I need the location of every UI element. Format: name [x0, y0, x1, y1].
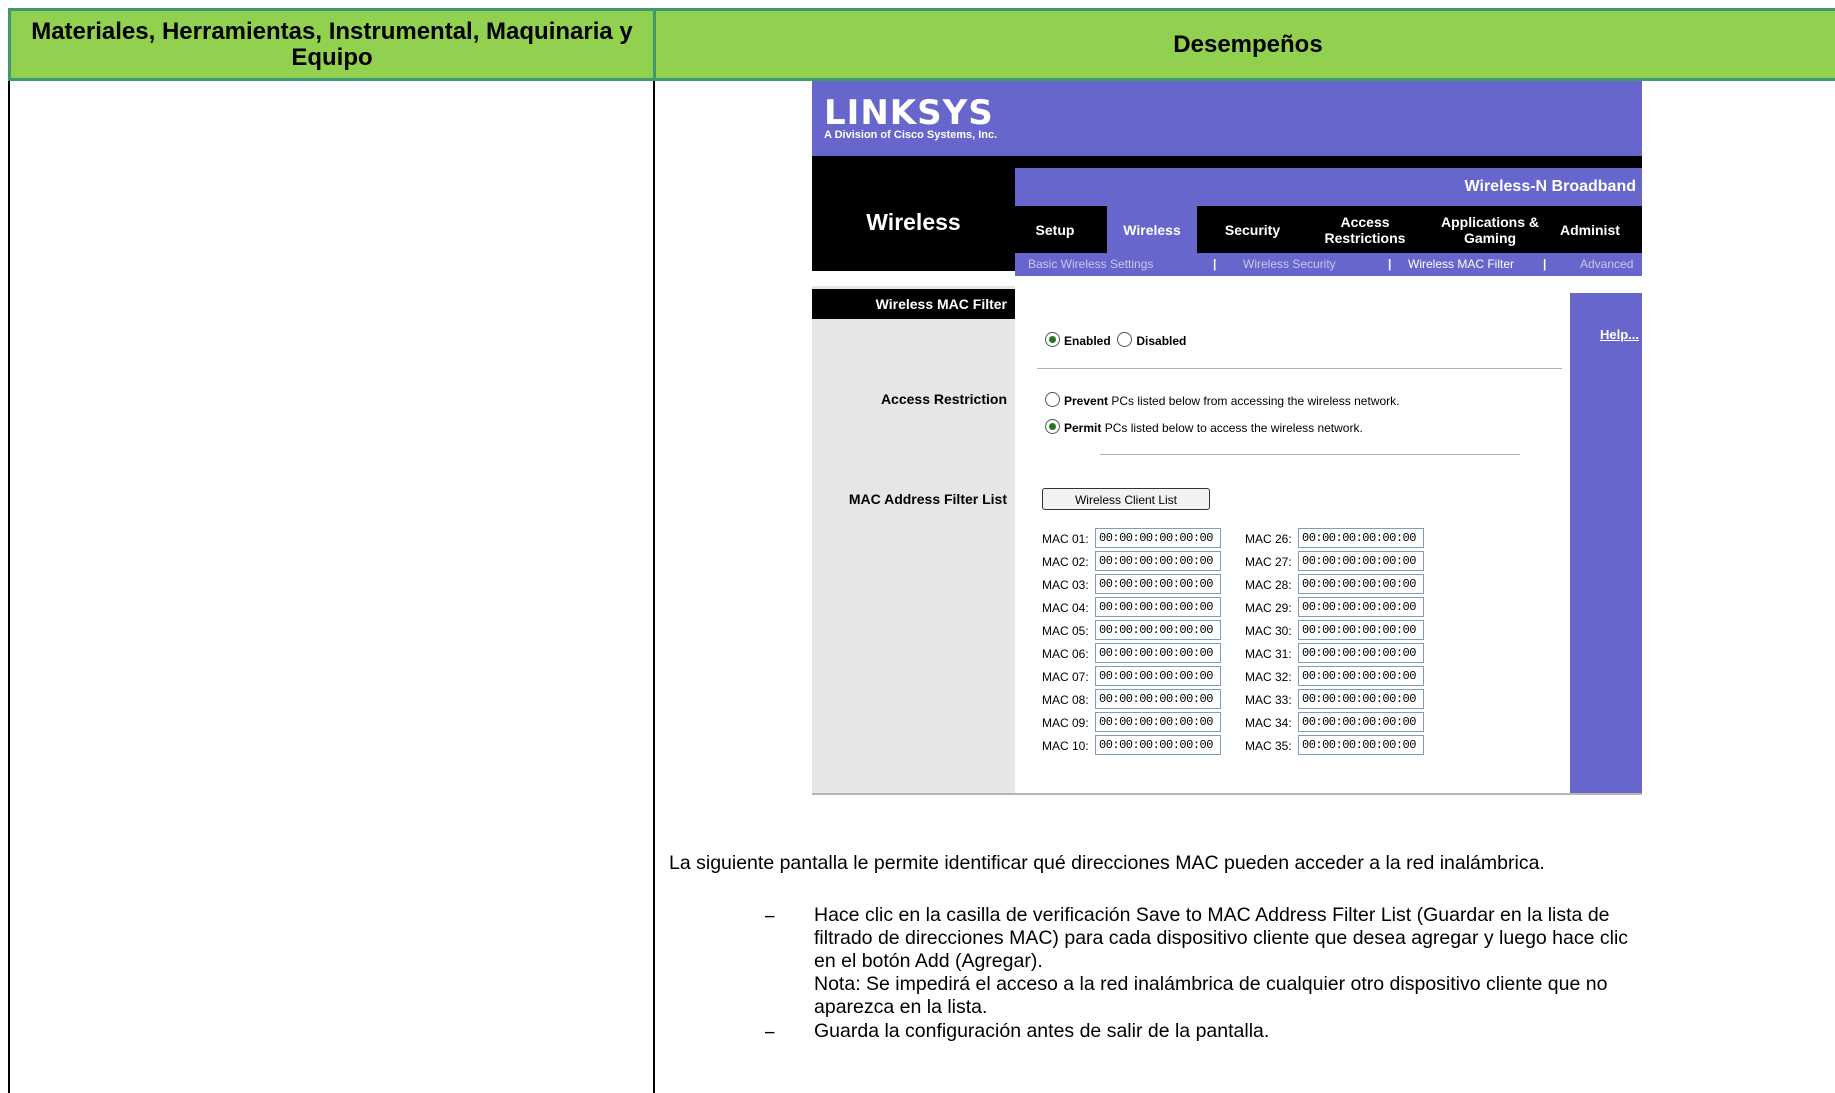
intro-paragraph: La siguiente pantalla le permite identif… — [669, 852, 1545, 874]
mac-address-input[interactable]: 00:00:00:00:00:00 — [1298, 689, 1424, 709]
mac-label: MAC 31: — [1245, 647, 1292, 661]
mac-address-input[interactable]: 00:00:00:00:00:00 — [1095, 643, 1221, 663]
bullet-item-2: Guarda la configuración antes de salir d… — [814, 1020, 1270, 1042]
mac-address-input[interactable]: 00:00:00:00:00:00 — [1298, 735, 1424, 755]
tab-setup[interactable]: Setup — [1015, 206, 1095, 253]
mac-address-input[interactable]: 00:00:00:00:00:00 — [1095, 689, 1221, 709]
bullet1-line: en el botón Add (Agregar). — [814, 950, 1043, 972]
tab-wireless[interactable]: Wireless — [1107, 206, 1197, 253]
header-desempenos: Desempeños — [653, 8, 1835, 81]
mac-address-input[interactable]: 00:00:00:00:00:00 — [1298, 528, 1424, 548]
radio-prevent[interactable] — [1045, 392, 1060, 407]
mac-label: MAC 29: — [1245, 601, 1292, 615]
mac-address-input[interactable]: 00:00:00:00:00:00 — [1095, 597, 1221, 617]
header-materials: Materiales, Herramientas, Instrumental, … — [8, 8, 656, 81]
permit-option: Permit PCs listed below to access the wi… — [1045, 419, 1363, 435]
mac-address-input[interactable]: 00:00:00:00:00:00 — [1298, 712, 1424, 732]
mac-address-input[interactable]: 00:00:00:00:00:00 — [1095, 620, 1221, 640]
enabled-label: Enabled — [1064, 334, 1111, 348]
mac-label: MAC 06: — [1042, 647, 1089, 661]
tab-administration[interactable]: Administ — [1560, 206, 1642, 253]
subtab-separator: | — [1213, 257, 1217, 271]
subtab-separator: | — [1543, 257, 1547, 271]
mac-label: MAC 04: — [1042, 601, 1089, 615]
wireless-client-list-button[interactable]: Wireless Client List — [1042, 488, 1210, 510]
mac-address-input[interactable]: 00:00:00:00:00:00 — [1298, 574, 1424, 594]
radio-disabled[interactable] — [1117, 332, 1133, 347]
disabled-label: Disabled — [1136, 334, 1187, 348]
main-tabs: Setup Wireless Security Access Restricti… — [1015, 206, 1642, 253]
subtab-basic-wireless[interactable]: Basic Wireless Settings — [1028, 257, 1153, 271]
left-panel — [812, 286, 1015, 793]
bullet-item-1: Hace clic en la casilla de verificación … — [814, 904, 1814, 1019]
mac-label: MAC 26: — [1245, 532, 1292, 546]
mac-label: MAC 27: — [1245, 555, 1292, 569]
mac-address-input[interactable]: 00:00:00:00:00:00 — [1095, 551, 1221, 571]
linksys-subtitle: A Division of Cisco Systems, Inc. — [824, 129, 998, 141]
subtab-advanced[interactable]: Advanced — [1580, 257, 1633, 271]
bullet-dash: − — [764, 1022, 776, 1044]
access-restriction-label: Access Restriction — [880, 391, 1007, 407]
permit-bold: Permit — [1064, 421, 1102, 435]
tab-security[interactable]: Security — [1205, 206, 1300, 253]
sub-tabs: Basic Wireless Settings | Wireless Secur… — [1015, 253, 1642, 276]
subtab-wireless-security[interactable]: Wireless Security — [1243, 257, 1336, 271]
prevent-bold: Prevent — [1064, 394, 1109, 408]
mac-label: MAC 08: — [1042, 693, 1089, 707]
bullet1-line: Hace clic en la casilla de verificación … — [814, 904, 1610, 926]
title-strip — [1015, 156, 1642, 168]
subtab-separator: | — [1388, 257, 1392, 271]
radio-permit[interactable] — [1045, 419, 1060, 434]
prevent-text: PCs listed below from accessing the wire… — [1111, 394, 1400, 408]
table-border-left — [8, 81, 10, 1093]
bullet-dash: − — [764, 906, 776, 928]
mac-label: MAC 35: — [1245, 739, 1292, 753]
mac-label: MAC 33: — [1245, 693, 1292, 707]
mac-label: MAC 32: — [1245, 670, 1292, 684]
mac-label: MAC 09: — [1042, 716, 1089, 730]
mac-address-input[interactable]: 00:00:00:00:00:00 — [1095, 574, 1221, 594]
status-radio-group: Enabled Disabled — [1045, 332, 1186, 348]
product-name: Wireless-N Broadband — [1464, 178, 1636, 195]
table-border-middle — [653, 81, 655, 1093]
mac-label: MAC 03: — [1042, 578, 1089, 592]
divider — [1037, 368, 1562, 369]
mac-label: MAC 02: — [1042, 555, 1089, 569]
mac-address-input[interactable]: 00:00:00:00:00:00 — [1298, 551, 1424, 571]
mac-label: MAC 05: — [1042, 624, 1089, 638]
divider — [1100, 454, 1520, 455]
mac-list-label: MAC Address Filter List — [848, 491, 1007, 507]
permit-text: PCs listed below to access the wireless … — [1104, 421, 1363, 435]
router-screenshot: LINKSYS A Division of Cisco Systems, Inc… — [812, 81, 1642, 795]
mac-label: MAC 30: — [1245, 624, 1292, 638]
mac-address-input[interactable]: 00:00:00:00:00:00 — [1298, 666, 1424, 686]
help-panel — [1570, 293, 1642, 793]
note-line: Nota: Se impedirá el acceso a la red ina… — [814, 973, 1608, 995]
mac-address-input[interactable]: 00:00:00:00:00:00 — [1095, 666, 1221, 686]
subtab-wireless-mac-filter[interactable]: Wireless MAC Filter — [1408, 257, 1514, 271]
radio-enabled[interactable] — [1045, 332, 1060, 347]
tab-applications-gaming[interactable]: Applications & Gaming — [1435, 206, 1545, 253]
side-title: Wireless MAC Filter — [812, 289, 1015, 319]
mac-address-input[interactable]: 00:00:00:00:00:00 — [1095, 735, 1221, 755]
mac-address-input[interactable]: 00:00:00:00:00:00 — [1298, 597, 1424, 617]
product-band: Wireless-N Broadband — [1015, 168, 1642, 206]
mac-label: MAC 10: — [1042, 739, 1089, 753]
prevent-option: Prevent PCs listed below from accessing … — [1045, 392, 1400, 408]
mac-address-input[interactable]: 00:00:00:00:00:00 — [1095, 712, 1221, 732]
document-page: Materiales, Herramientas, Instrumental, … — [0, 0, 1835, 1093]
mac-address-input[interactable]: 00:00:00:00:00:00 — [1298, 643, 1424, 663]
help-link[interactable]: Help... — [1600, 327, 1639, 342]
mac-label: MAC 34: — [1245, 716, 1292, 730]
linksys-logo: LINKSYS — [824, 93, 994, 133]
bullet1-line: filtrado de direcciones MAC) para cada d… — [814, 927, 1629, 949]
mac-label: MAC 28: — [1245, 578, 1292, 592]
mac-address-input[interactable]: 00:00:00:00:00:00 — [1298, 620, 1424, 640]
tab-access-restrictions[interactable]: Access Restrictions — [1310, 206, 1420, 253]
mac-label: MAC 07: — [1042, 670, 1089, 684]
mac-address-input[interactable]: 00:00:00:00:00:00 — [1095, 528, 1221, 548]
note-line: aparezca en la lista. — [814, 996, 988, 1018]
mac-label: MAC 01: — [1042, 532, 1089, 546]
section-title: Wireless — [866, 209, 961, 235]
